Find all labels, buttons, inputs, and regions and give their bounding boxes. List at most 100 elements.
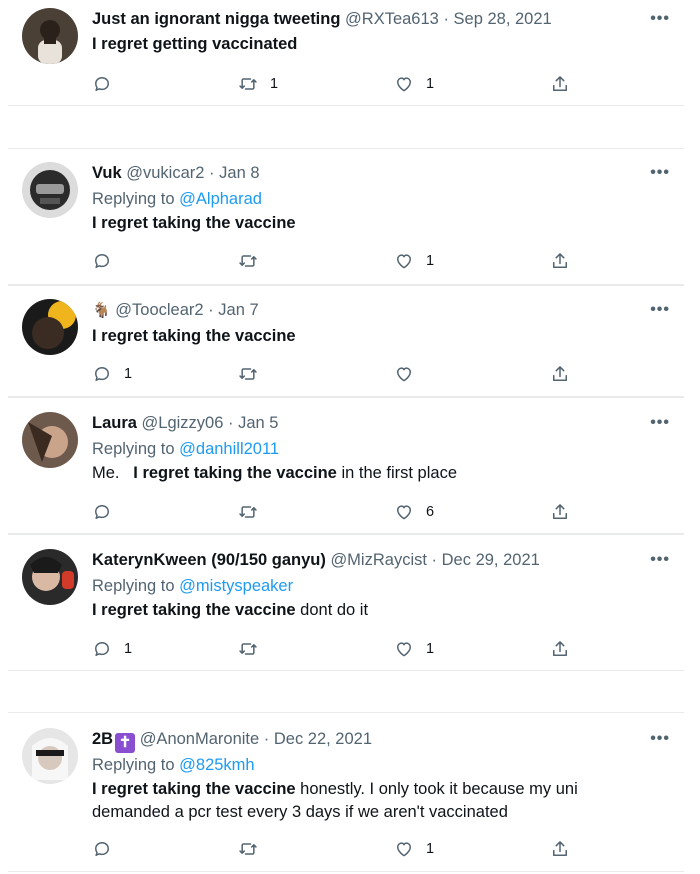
tweet-text-pre: Me. [92, 464, 120, 482]
retweet-icon [238, 364, 258, 384]
like-icon [394, 639, 414, 659]
avatar[interactable] [22, 549, 78, 605]
retweet-icon [238, 839, 258, 859]
retweet-button[interactable] [238, 362, 270, 386]
mention-link[interactable]: @825kmh [179, 756, 254, 774]
tweet-text-bold: I regret taking the vaccine [92, 780, 296, 798]
share-button[interactable] [550, 500, 570, 524]
handle[interactable]: @AnonMaronite [140, 730, 259, 748]
share-button[interactable] [550, 837, 570, 861]
display-name[interactable]: KaterynKween (90/150 ganyu) [92, 551, 326, 569]
like-button[interactable] [394, 362, 426, 386]
tweet-card[interactable]: 2B ✝ @AnonMaronite · Dec 22, 2021 Replyin… [8, 712, 684, 872]
timestamp[interactable]: Dec 22, 2021 [274, 730, 372, 748]
tweet-card[interactable]: 🐐 @Tooclear2 · Jan 7 I regret taking the… [8, 285, 684, 397]
like-button[interactable]: 1 [394, 837, 434, 861]
share-icon [550, 639, 570, 659]
display-name[interactable]: Just an ignorant nigga tweeting [92, 10, 340, 28]
tweet-card[interactable]: Vuk @vukicar2 · Jan 8 Replying to @Alpha… [8, 148, 684, 285]
share-button[interactable] [550, 362, 570, 386]
more-icon[interactable]: ••• [650, 414, 670, 432]
tweet-header: Laura @Lgizzy06 · Jan 5 [92, 412, 670, 434]
tweet-actions: 1 1 [92, 637, 572, 661]
more-icon[interactable]: ••• [650, 164, 670, 182]
replying-to: Replying to @Alpharad [92, 187, 670, 211]
tweet-text: I regret taking the vaccine honestly. I … [92, 778, 670, 824]
mention-link[interactable]: @danhill2011 [179, 440, 279, 458]
share-button[interactable] [550, 249, 570, 273]
tweet-text-bold: I regret taking the vaccine [133, 464, 337, 482]
tweet-text-bold: I regret taking the vaccine [92, 327, 296, 345]
like-button[interactable]: 6 [394, 500, 434, 524]
mention-link[interactable]: @Alpharad [179, 190, 262, 208]
more-icon[interactable]: ••• [650, 730, 670, 748]
timestamp[interactable]: Jan 7 [218, 301, 258, 319]
handle[interactable]: @RXTea613 [345, 10, 439, 28]
tweet-actions: 6 [92, 500, 572, 524]
avatar[interactable] [22, 299, 78, 355]
reply-button[interactable] [92, 500, 124, 524]
reply-button[interactable] [92, 72, 124, 96]
timestamp[interactable]: Jan 8 [219, 164, 259, 182]
reply-button[interactable]: 1 [92, 637, 132, 661]
more-icon[interactable]: ••• [650, 551, 670, 569]
retweet-icon [238, 639, 258, 659]
tweet-text: I regret taking the vaccine [92, 325, 670, 348]
tweet-header: Vuk @vukicar2 · Jan 8 [92, 162, 670, 184]
reply-button[interactable] [92, 249, 124, 273]
avatar[interactable] [22, 728, 78, 784]
display-name[interactable]: Laura [92, 414, 137, 432]
reply-button[interactable]: 1 [92, 362, 132, 386]
retweet-button[interactable] [238, 500, 270, 524]
timestamp[interactable]: Dec 29, 2021 [442, 551, 540, 569]
handle[interactable]: @Lgizzy06 [142, 414, 224, 432]
tweet-card[interactable]: KaterynKween (90/150 ganyu) @MizRaycist … [8, 534, 684, 671]
tweet-card[interactable]: Laura @Lgizzy06 · Jan 5 Replying to @dan… [8, 397, 684, 534]
like-button[interactable]: 1 [394, 249, 434, 273]
handle[interactable]: @Tooclear2 [115, 301, 203, 319]
tweet-text-rest: in the first place [336, 464, 457, 482]
share-icon [550, 839, 570, 859]
separator: · [208, 301, 214, 319]
handle[interactable]: @MizRaycist [330, 551, 427, 569]
retweet-button[interactable]: 1 [238, 72, 278, 96]
retweet-button[interactable] [238, 837, 270, 861]
tweet-card[interactable]: Just an ignorant nigga tweeting @RXTea61… [8, 0, 684, 106]
replying-label: Replying to [92, 577, 175, 595]
avatar[interactable] [22, 8, 78, 64]
reply-button[interactable] [92, 837, 124, 861]
replying-label: Replying to [92, 440, 175, 458]
share-icon [550, 502, 570, 522]
share-icon [550, 364, 570, 384]
retweet-button[interactable] [238, 249, 270, 273]
like-button[interactable]: 1 [394, 72, 434, 96]
tweet-text-bold: I regret taking the vaccine [92, 214, 296, 232]
avatar[interactable] [22, 162, 78, 218]
more-icon[interactable]: ••• [650, 301, 670, 319]
like-icon [394, 251, 414, 271]
tweet-text-bold: I regret getting vaccinated [92, 35, 298, 53]
reply-icon [92, 74, 112, 94]
share-button[interactable] [550, 72, 570, 96]
replying-label: Replying to [92, 190, 175, 208]
like-button[interactable]: 1 [394, 637, 434, 661]
replying-to: Replying to @danhill2011 [92, 437, 670, 461]
timestamp[interactable]: Sep 28, 2021 [454, 10, 552, 28]
display-name[interactable]: 2B [92, 730, 113, 748]
more-icon[interactable]: ••• [650, 10, 670, 28]
like-count: 1 [426, 641, 435, 657]
tweet-actions: 1 [92, 837, 572, 861]
avatar[interactable] [22, 412, 78, 468]
tweet-text: I regret taking the vaccine [92, 212, 670, 235]
reply-icon [92, 639, 112, 659]
separator: · [209, 164, 215, 182]
timestamp[interactable]: Jan 5 [238, 414, 278, 432]
mention-link[interactable]: @mistyspeaker [179, 577, 293, 595]
like-icon [394, 74, 414, 94]
display-name[interactable]: 🐐 [92, 300, 111, 322]
display-name[interactable]: Vuk [92, 164, 122, 182]
retweet-button[interactable] [238, 637, 270, 661]
share-button[interactable] [550, 637, 570, 661]
handle[interactable]: @vukicar2 [126, 164, 204, 182]
tweet-text-bold: I regret taking the vaccine [92, 601, 296, 619]
